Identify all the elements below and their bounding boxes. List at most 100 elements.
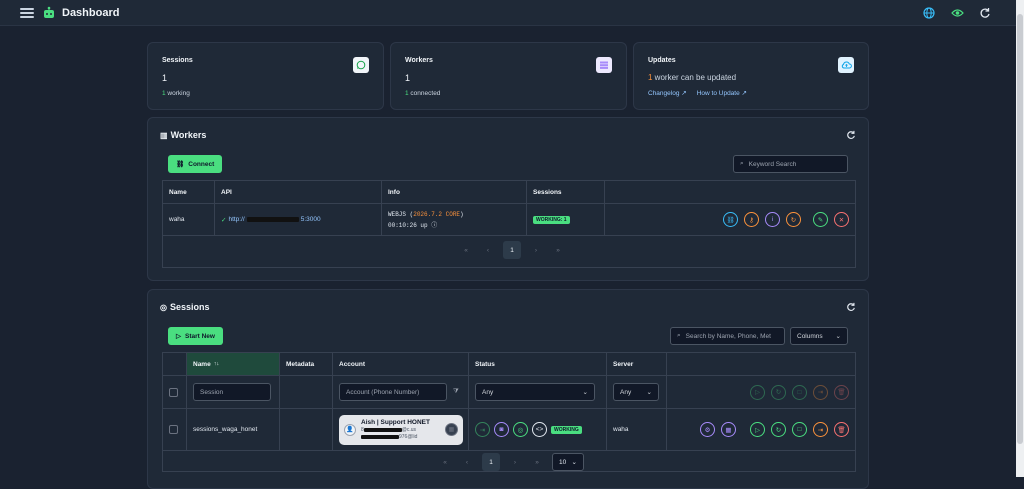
info-icon[interactable]: i xyxy=(765,212,780,227)
worker-api[interactable]: ✓ http://5:3000 xyxy=(215,204,382,235)
play-icon[interactable]: ▷ xyxy=(750,384,765,400)
session-actions: ⚙ ▦ ▷ ↻ □ ⇥ 🗑 xyxy=(667,409,855,450)
restart-icon[interactable]: ↻ xyxy=(771,384,786,400)
refresh-icon[interactable] xyxy=(846,130,856,140)
session-filter-input[interactable]: Session xyxy=(193,383,271,401)
first-page-button[interactable]: « xyxy=(438,455,452,469)
login-icon[interactable]: ⇥ xyxy=(475,422,490,437)
refresh-icon[interactable] xyxy=(846,302,856,312)
row-checkbox[interactable] xyxy=(169,425,178,434)
sort-icon: ↑↓ xyxy=(213,361,220,367)
restart-icon[interactable]: ↻ xyxy=(786,212,801,227)
session-search-input[interactable]: ⌕ Search by Name, Phone, Met xyxy=(670,327,785,345)
column-header-sessions[interactable]: Sessions xyxy=(527,181,605,203)
worker-actions: ⛓ ⚷ i ↻ ✎ ✕ xyxy=(605,204,855,235)
play-icon[interactable]: ▷ xyxy=(750,422,765,437)
cloud-upload-icon xyxy=(838,57,854,73)
column-header-metadata[interactable]: Metadata xyxy=(280,353,333,375)
workers-stat-sub: 1 connected xyxy=(405,90,441,97)
connect-button[interactable]: ⛓ Connect xyxy=(168,155,223,173)
restart-icon[interactable]: ↻ xyxy=(771,422,786,437)
session-name: sessions_waga_honet xyxy=(187,409,280,450)
table-header-row: Name ↑↓ Metadata Account Status Server xyxy=(163,353,855,376)
search-icon: ⌕ xyxy=(740,160,744,167)
redacted-text xyxy=(361,434,399,439)
sessions-stat-card: Sessions 1 1 working xyxy=(147,42,384,110)
settings-icon[interactable]: ⚙ xyxy=(700,422,715,437)
vertical-scrollbar[interactable] xyxy=(1016,0,1024,477)
table-row: waha ✓ http://5:3000 WEBJS (2026.7.2 CORE… xyxy=(163,204,855,236)
column-header-actions xyxy=(667,353,855,375)
code-icon[interactable]: <> xyxy=(532,422,547,437)
updates-stat-card: Updates 1 worker can be updated Changelo… xyxy=(633,42,869,110)
next-page-button[interactable]: › xyxy=(529,243,543,257)
stop-icon[interactable]: □ xyxy=(792,422,807,437)
delete-icon[interactable]: ✕ xyxy=(834,212,849,227)
trash-icon[interactable]: 🗑 xyxy=(834,384,849,400)
table-header-row: Name API Info Sessions xyxy=(163,181,855,204)
redacted-text xyxy=(246,217,299,222)
select-column-header xyxy=(163,353,187,375)
edit-icon[interactable]: ✎ xyxy=(813,212,828,227)
prev-page-button[interactable]: ‹ xyxy=(481,243,495,257)
column-header-status[interactable]: Status xyxy=(469,353,607,375)
column-header-name[interactable]: Name ↑↓ xyxy=(187,353,280,375)
workers-section: ▥ Workers ⛓ Connect ⌕ Keyword Search Name A… xyxy=(147,117,869,281)
first-page-button[interactable]: « xyxy=(459,243,473,257)
external-link-icon: ↗ xyxy=(741,90,747,97)
prev-page-button[interactable]: ‹ xyxy=(460,455,474,469)
workers-section-title: ▥ Workers xyxy=(160,130,207,140)
key-icon[interactable]: ⚷ xyxy=(744,212,759,227)
eye-icon[interactable] xyxy=(950,6,964,20)
redacted-text xyxy=(363,427,402,432)
account-card[interactable]: 👤 Aish | Support HONET 8 @c.us 976@lid ▦ xyxy=(339,414,463,445)
info-circle-icon: ⓘ xyxy=(431,221,438,229)
camera-icon[interactable]: ◙ xyxy=(494,422,509,437)
status-filter-select[interactable]: Any ⌄ xyxy=(475,383,595,401)
search-icon: ⌕ xyxy=(677,332,681,339)
qr-code-icon[interactable]: ▦ xyxy=(445,423,458,436)
column-header-server[interactable]: Server xyxy=(607,353,667,375)
stop-icon[interactable]: □ xyxy=(792,384,807,400)
logout-icon[interactable]: ⇥ xyxy=(813,422,828,437)
filter-icon[interactable]: ⧩ xyxy=(453,388,459,396)
table-row: sessions_waga_honet 👤 Aish | Support HON… xyxy=(163,409,855,451)
working-badge: WORKING: 1 xyxy=(533,215,570,224)
how-to-update-link[interactable]: How to Update ↗ xyxy=(697,89,747,97)
link-icon[interactable]: ⛓ xyxy=(723,212,738,227)
play-icon: ▷ xyxy=(176,333,181,340)
whatsapp-icon xyxy=(353,57,369,73)
start-new-button[interactable]: ▷ Start New xyxy=(168,327,223,345)
keyword-search-input[interactable]: ⌕ Keyword Search xyxy=(733,155,848,173)
column-header-info[interactable]: Info xyxy=(382,181,527,203)
sessions-stat-title: Sessions xyxy=(162,57,193,64)
current-page-button[interactable]: 1 xyxy=(482,453,500,471)
next-page-button[interactable]: › xyxy=(508,455,522,469)
account-filter-input[interactable]: Account (Phone Number) xyxy=(339,383,447,401)
last-page-button[interactable]: » xyxy=(551,243,565,257)
page-size-select[interactable]: 10 ⌄ xyxy=(552,453,584,471)
whatsapp-icon[interactable]: ◎ xyxy=(513,422,528,437)
column-header-api[interactable]: API xyxy=(215,181,382,203)
column-header-account[interactable]: Account xyxy=(333,353,469,375)
menu-icon[interactable] xyxy=(20,7,34,18)
last-page-button[interactable]: » xyxy=(530,455,544,469)
apps-icon[interactable]: ▦ xyxy=(721,422,736,437)
changelog-link[interactable]: Changelog ↗ xyxy=(648,89,687,97)
sessions-section: ◎ Sessions ▷ Start New ⌕ Search by Name, Ph… xyxy=(147,289,869,489)
refresh-icon[interactable] xyxy=(978,6,992,20)
select-all-checkbox[interactable] xyxy=(169,387,178,397)
server-icon xyxy=(596,57,612,73)
check-circle-icon: ✓ xyxy=(221,216,227,224)
trash-icon[interactable]: 🗑 xyxy=(834,422,849,437)
session-status: ⇥ ◙ ◎ <> WORKING xyxy=(469,409,607,450)
column-header-actions xyxy=(605,181,855,203)
logout-icon[interactable]: ⇥ xyxy=(813,384,828,400)
columns-select[interactable]: Columns ⌄ xyxy=(790,327,848,345)
status-badge: WORKING xyxy=(551,425,582,434)
globe-icon[interactable] xyxy=(922,6,936,20)
server-filter-select[interactable]: Any ⌄ xyxy=(613,383,659,401)
column-header-name[interactable]: Name xyxy=(163,181,215,203)
current-page-button[interactable]: 1 xyxy=(503,241,521,259)
scrollbar-thumb[interactable] xyxy=(1017,14,1023,444)
